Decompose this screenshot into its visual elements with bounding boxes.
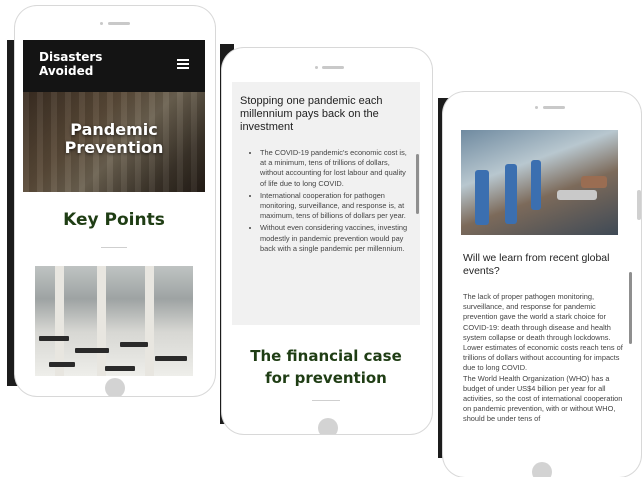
list-item: The COVID-19 pandemic's economic cost is… xyxy=(260,148,410,189)
phone-mockup-3: Will we learn from recent global events?… xyxy=(443,92,641,477)
hospital-ward-photo xyxy=(461,130,618,235)
list-item: Without even considering vaccines, inves… xyxy=(260,223,410,254)
shelter-photo xyxy=(35,266,193,376)
paragraph: Lower estimates of economic costs reach … xyxy=(463,343,623,373)
key-points-list: The COVID-19 pandemic's economic cost is… xyxy=(250,148,410,256)
site-header: Disasters Avoided xyxy=(23,40,205,92)
hero-title: Pandemic Prevention xyxy=(64,120,164,157)
phone-speaker xyxy=(108,22,130,25)
phone-camera xyxy=(315,66,318,69)
section-heading: Key Points xyxy=(63,210,165,230)
section-heading: The financial case for prevention xyxy=(250,347,402,387)
site-logo[interactable]: Disasters Avoided xyxy=(39,50,102,78)
scrollbar[interactable] xyxy=(629,272,632,344)
hero-banner: Pandemic Prevention xyxy=(23,92,205,192)
section-title: Stopping one pandemic each millennium pa… xyxy=(240,95,383,133)
phone-3-screen: Will we learn from recent global events?… xyxy=(455,100,633,470)
section-divider xyxy=(101,247,127,248)
phone-camera xyxy=(100,22,103,25)
paragraph: The lack of proper pathogen monitoring, … xyxy=(463,292,611,342)
phone-mockup-2: Stopping one pandemic each millennium pa… xyxy=(222,48,432,434)
home-button[interactable] xyxy=(105,378,125,396)
section-title: Will we learn from recent global events? xyxy=(463,252,610,277)
phone-mockup-1: Disasters Avoided Pandemic Prevention Ke… xyxy=(15,6,215,396)
phone-1-screen: Disasters Avoided Pandemic Prevention Ke… xyxy=(23,40,205,386)
home-button[interactable] xyxy=(532,462,552,477)
side-button xyxy=(637,190,641,220)
investment-section: Stopping one pandemic each millennium pa… xyxy=(232,82,420,325)
home-button[interactable] xyxy=(318,418,338,434)
phone-2-screen: Stopping one pandemic each millennium pa… xyxy=(232,82,420,408)
scrollbar[interactable] xyxy=(416,154,419,214)
list-item: International cooperation for pathogen m… xyxy=(260,191,410,222)
phone-speaker xyxy=(322,66,344,69)
hamburger-menu-icon[interactable] xyxy=(177,59,189,69)
section-body: The lack of proper pathogen monitoring, … xyxy=(463,292,623,425)
section-divider xyxy=(312,400,340,401)
paragraph: The World Health Organization (WHO) has … xyxy=(463,373,623,424)
